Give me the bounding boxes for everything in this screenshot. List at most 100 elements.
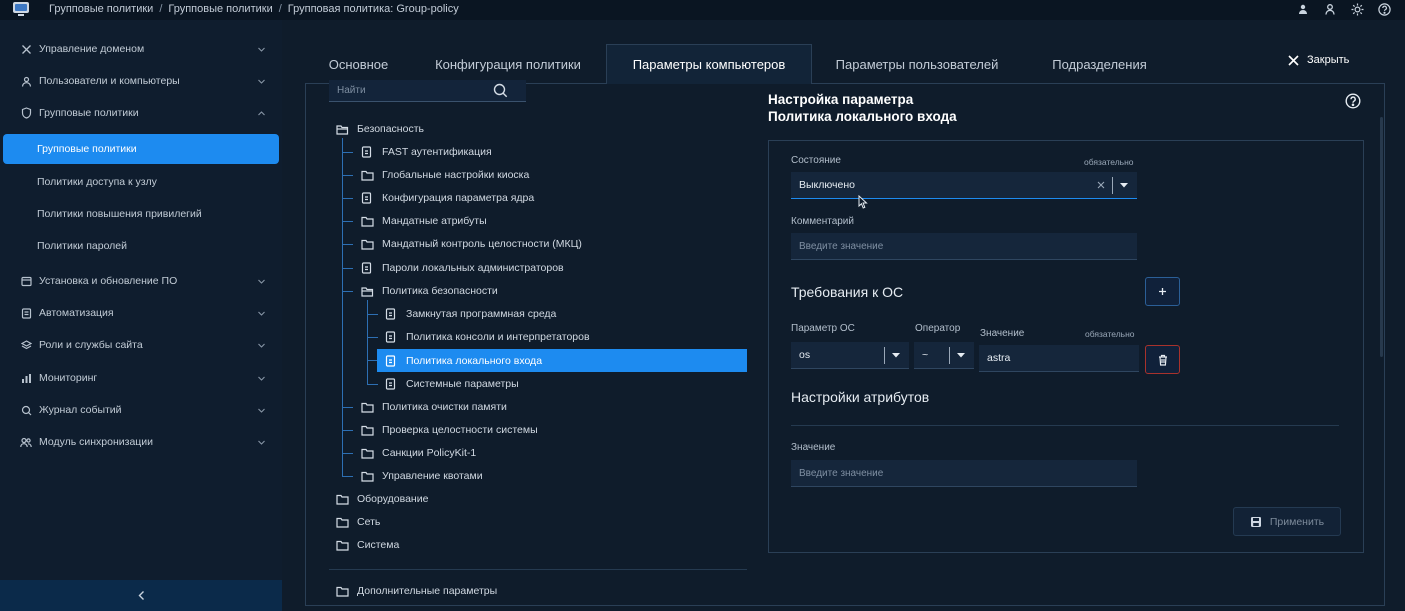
- breadcrumb: Групповые политики / Групповые политики …: [49, 3, 459, 15]
- apply-button[interactable]: Применить: [1233, 507, 1341, 536]
- chevron-down-icon[interactable]: [1119, 182, 1129, 189]
- clear-icon[interactable]: [1097, 181, 1105, 189]
- tree-node-system-params[interactable]: Системные параметры: [385, 374, 519, 394]
- add-requirement-button[interactable]: [1145, 277, 1180, 306]
- close-button[interactable]: Закрыть: [1288, 54, 1349, 66]
- scrollbar[interactable]: [1380, 117, 1383, 357]
- chevron-left-icon: [138, 591, 144, 600]
- comment-label: Комментарий: [791, 216, 854, 227]
- sidebar-subitem-label: Политики доступа к узлу: [37, 176, 157, 188]
- state-value: Выключено: [799, 179, 855, 191]
- tree-node-security-policy[interactable]: Политика безопасности: [361, 281, 498, 301]
- file-icon: [385, 354, 398, 367]
- install-icon: [20, 275, 32, 287]
- os-param-select[interactable]: os: [791, 342, 909, 369]
- sidebar-item-event-log[interactable]: Журнал событий: [0, 395, 282, 425]
- tree-guide-line: [342, 221, 353, 222]
- folder-icon: [361, 239, 374, 250]
- folder-icon: [336, 517, 349, 528]
- sidebar-subitem-label: Политики паролей: [37, 240, 128, 252]
- operator-select[interactable]: ~: [914, 342, 974, 369]
- tree-node-mandatory-attrs[interactable]: Мандатные атрибуты: [361, 211, 487, 231]
- user-group-icon[interactable]: [1296, 2, 1310, 16]
- attr-value-label: Значение: [791, 442, 836, 453]
- sidebar-subitem-label: Групповые политики: [37, 143, 137, 155]
- tools-icon: [20, 43, 32, 55]
- tab-user-settings[interactable]: Параметры пользователей: [822, 44, 1012, 84]
- state-select[interactable]: Выключено: [791, 172, 1137, 199]
- sidebar-item-label: Роли и службы сайта: [39, 339, 143, 351]
- breadcrumb-separator: /: [159, 3, 163, 15]
- sidebar-subitem-privilege-escalation[interactable]: Политики повышения привилегий: [3, 199, 279, 229]
- tree-node-local-login[interactable]: Политика локального входа: [377, 349, 747, 372]
- sidebar-item-roles[interactable]: Роли и службы сайта: [0, 330, 282, 360]
- top-icons: [1296, 2, 1391, 16]
- sidebar-subitem-host-access[interactable]: Политики доступа к узлу: [3, 167, 279, 197]
- tree-node-label: Сеть: [357, 516, 381, 528]
- help-icon[interactable]: [1377, 2, 1391, 16]
- tab-policy-config[interactable]: Конфигурация политики: [418, 44, 598, 84]
- tree-node-label: Санкции PolicyKit-1: [382, 447, 477, 459]
- tree-node-network[interactable]: Сеть: [336, 512, 380, 532]
- state-label: Состояние: [791, 155, 841, 166]
- sidebar-subitem-password-policies[interactable]: Политики паролей: [3, 231, 279, 261]
- sidebar-item-users[interactable]: Пользователи и компьютеры: [0, 66, 282, 96]
- sun-icon[interactable]: [1350, 2, 1364, 16]
- tree-guide-line: [342, 453, 353, 454]
- tab-subdivisions[interactable]: Подразделения: [1036, 44, 1163, 84]
- tab-computer-settings[interactable]: Параметры компьютеров: [606, 44, 812, 84]
- tree-node-kernel-config[interactable]: Конфигурация параметра ядра: [361, 188, 534, 208]
- tree-node-label: Политика безопасности: [382, 285, 498, 297]
- chevron-down-icon[interactable]: [956, 352, 966, 359]
- chevron-up-icon: [258, 110, 265, 115]
- search-log-icon: [20, 404, 32, 416]
- tree-node-security[interactable]: Безопасность: [336, 119, 424, 139]
- tree-node-integrity-check[interactable]: Проверка целостности системы: [361, 420, 538, 440]
- tree-node-quotas[interactable]: Управление квотами: [361, 466, 483, 486]
- chart-icon: [20, 372, 32, 384]
- tree-node-memory-clean[interactable]: Политика очистки памяти: [361, 397, 507, 417]
- sidebar-subitem-group-policies[interactable]: Групповые политики: [3, 134, 279, 164]
- folder-icon: [336, 540, 349, 551]
- mouse-cursor-icon: [858, 195, 868, 209]
- comment-input[interactable]: Введите значение: [791, 233, 1137, 260]
- tree-node-hardware[interactable]: Оборудование: [336, 489, 428, 509]
- tree-node-kiosk[interactable]: Глобальные настройки киоска: [361, 165, 529, 185]
- sidebar-item-automation[interactable]: Автоматизация: [0, 298, 282, 328]
- sidebar-item-label: Журнал событий: [39, 404, 122, 416]
- tree-node-mic[interactable]: Мандатный контроль целостности (МКЦ): [361, 234, 582, 254]
- attr-value-input[interactable]: Введите значение: [791, 460, 1137, 487]
- chevron-down-icon[interactable]: [891, 352, 901, 359]
- sidebar-item-group-policies[interactable]: Групповые политики: [0, 98, 282, 128]
- tree-node-system[interactable]: Система: [336, 535, 399, 555]
- tree-node-laps[interactable]: Пароли локальных администраторов: [361, 258, 564, 278]
- sidebar-item-software[interactable]: Установка и обновление ПО: [0, 266, 282, 296]
- os-requirements-title: Требования к ОС: [791, 284, 904, 300]
- search-icon[interactable]: [493, 83, 508, 98]
- tree-node-closed-env[interactable]: Замкнутая программная среда: [385, 304, 556, 324]
- tree-node-polkit[interactable]: Санкции PolicyKit-1: [361, 443, 476, 463]
- tree-guide-line: [342, 198, 353, 199]
- delete-requirement-button[interactable]: [1145, 345, 1180, 374]
- panel-title: Настройка параметра Политика локального …: [768, 91, 957, 125]
- breadcrumb-item[interactable]: Групповые политики: [168, 3, 272, 15]
- tree-guide-line: [342, 175, 353, 176]
- sidebar-collapse-button[interactable]: [0, 580, 282, 611]
- tree-search: [329, 80, 526, 102]
- user-icon[interactable]: [1323, 2, 1337, 16]
- tree-node-label: Системные параметры: [406, 378, 519, 390]
- search-input[interactable]: [329, 85, 489, 96]
- tree-node-fast-auth[interactable]: FAST аутентификация: [361, 142, 492, 162]
- breadcrumb-item[interactable]: Групповые политики: [49, 3, 153, 15]
- tree-node-additional[interactable]: Дополнительные параметры: [336, 581, 497, 601]
- folder-open-icon: [336, 124, 349, 135]
- sidebar-item-sync[interactable]: Модуль синхронизации: [0, 427, 282, 457]
- tree-node-console-policy[interactable]: Политика консоли и интерпретаторов: [385, 327, 590, 347]
- help-icon[interactable]: [1345, 93, 1361, 109]
- sidebar-item-label: Модуль синхронизации: [39, 436, 154, 448]
- os-value-input[interactable]: astra: [979, 345, 1139, 372]
- sidebar-item-monitoring[interactable]: Мониторинг: [0, 363, 282, 393]
- sidebar-item-domain[interactable]: Управление доменом: [0, 34, 282, 64]
- app-logo-icon[interactable]: [11, 1, 31, 17]
- tab-general[interactable]: Основное: [305, 44, 412, 84]
